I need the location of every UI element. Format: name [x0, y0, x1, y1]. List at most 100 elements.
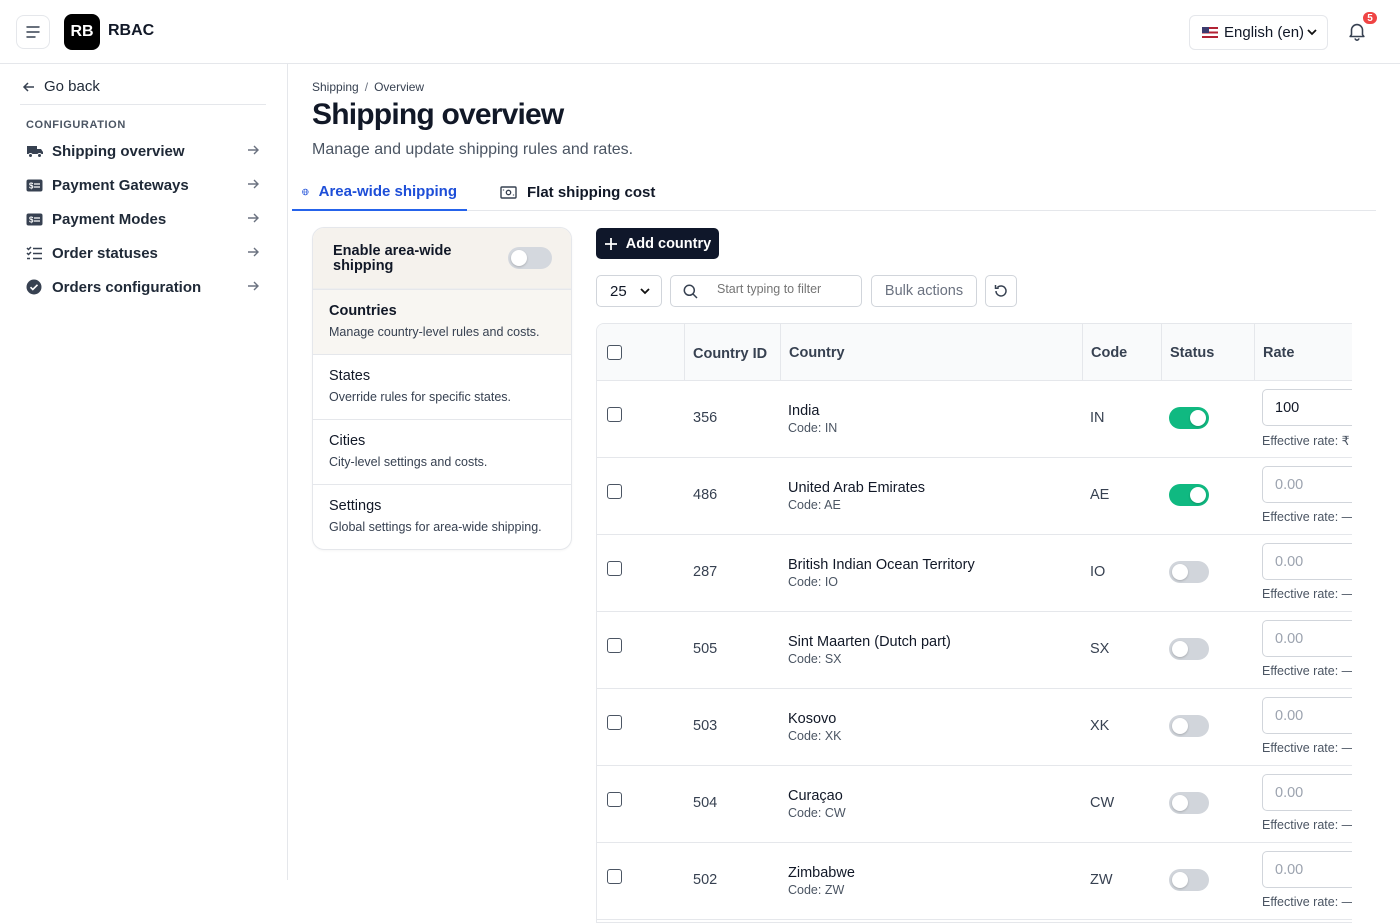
country-name: Curaçao: [788, 788, 843, 804]
panel-item-cities[interactable]: Cities City-level settings and costs.: [313, 419, 571, 484]
sidebar-item-label: Payment Gateways: [52, 176, 189, 194]
app-name: RBAC: [108, 22, 155, 39]
breadcrumb-shipping[interactable]: Shipping: [312, 80, 359, 94]
status-toggle[interactable]: [1169, 715, 1209, 737]
country-id: 503: [693, 718, 718, 734]
sidebar-item-payment-modes[interactable]: $ Payment Modes: [26, 207, 266, 231]
go-back-link[interactable]: Go back: [22, 78, 100, 95]
language-select[interactable]: English (en): [1189, 15, 1328, 50]
arrow-right-icon: [248, 179, 259, 189]
country-name: Zimbabwe: [788, 865, 855, 881]
row-checkbox[interactable]: [607, 484, 622, 499]
header-select-cell: [597, 324, 684, 381]
header-rate[interactable]: Rate: [1254, 324, 1352, 381]
country-name: India: [788, 403, 820, 419]
rate-input[interactable]: 0.00: [1262, 466, 1352, 503]
panel-item-desc: Global settings for area-wide shipping.: [329, 520, 542, 534]
sidebar-divider: [20, 104, 266, 105]
refresh-icon: [994, 285, 1007, 297]
sidebar-item-orders-configuration[interactable]: Orders configuration: [26, 275, 266, 299]
effective-rate: Effective rate: —: [1262, 510, 1352, 524]
country-id: 486: [693, 487, 718, 503]
row-checkbox[interactable]: [607, 715, 622, 730]
rate-input[interactable]: 0.00: [1262, 851, 1352, 888]
search-icon: [683, 284, 698, 299]
menu-button[interactable]: [16, 15, 50, 49]
status-toggle[interactable]: [1169, 407, 1209, 429]
country-name: British Indian Ocean Territory: [788, 557, 975, 573]
panel-item-states[interactable]: States Override rules for specific state…: [313, 354, 571, 419]
country-code: IO: [1090, 564, 1106, 580]
status-toggle[interactable]: [1169, 484, 1209, 506]
bulk-actions-button[interactable]: Bulk actions: [871, 275, 977, 307]
tab-label: Flat shipping cost: [527, 184, 656, 201]
status-toggle[interactable]: [1169, 792, 1209, 814]
header-status[interactable]: Status: [1161, 324, 1254, 381]
header-country[interactable]: Country: [780, 324, 1082, 381]
header-country-id[interactable]: Country ID: [684, 324, 780, 381]
panel-item-title: Cities: [329, 433, 366, 449]
country-code: ZW: [1090, 872, 1113, 888]
table-row: 287 British Indian Ocean Territory Code:…: [597, 535, 1352, 612]
rate-input[interactable]: 0.00: [1262, 774, 1352, 811]
toggle-knob: [511, 250, 527, 266]
header-code[interactable]: Code: [1082, 324, 1161, 381]
breadcrumb-overview: Overview: [374, 80, 425, 94]
country-code-sub: Code: CW: [788, 806, 846, 820]
tab-flat-shipping-cost[interactable]: Flat shipping cost: [490, 174, 665, 211]
panel-item-desc: Override rules for specific states.: [329, 390, 512, 404]
sidebar-item-label: Order statuses: [52, 244, 158, 262]
toggle-knob: [1190, 410, 1206, 426]
area-wide-settings-card: Enable area-wide shipping Countries Mana…: [312, 227, 572, 550]
filter-input[interactable]: [717, 282, 857, 296]
panel-item-settings[interactable]: Settings Global settings for area-wide s…: [313, 484, 571, 549]
arrow-right-icon: [248, 213, 259, 223]
go-back-label: Go back: [44, 78, 100, 95]
sidebar-item-payment-gateways[interactable]: $ Payment Gateways: [26, 173, 266, 197]
sidebar: Go back CONFIGURATION Shipping overview …: [0, 64, 288, 880]
countries-table: Country ID Country Code Status Rate 356 …: [596, 323, 1352, 923]
tab-label: Area-wide shipping: [318, 183, 457, 200]
table-row: 503 Kosovo Code: XK XK 0.00 Effective ra…: [597, 689, 1352, 766]
tab-bar: Area-wide shipping Flat shipping cost: [292, 174, 1376, 211]
add-country-label: Add country: [625, 235, 712, 252]
select-all-checkbox[interactable]: [607, 345, 622, 360]
truck-icon: [26, 144, 52, 158]
status-toggle[interactable]: [1169, 561, 1209, 583]
refresh-button[interactable]: [985, 275, 1017, 307]
status-toggle[interactable]: [1169, 869, 1209, 891]
rate-input[interactable]: 100: [1262, 389, 1352, 426]
app-logo[interactable]: RB: [64, 14, 100, 50]
rate-input[interactable]: 0.00: [1262, 543, 1352, 580]
add-country-button[interactable]: Add country: [596, 228, 719, 259]
hamburger-icon: [26, 26, 40, 38]
rate-input[interactable]: 0.00: [1262, 620, 1352, 657]
filter-field[interactable]: [670, 275, 862, 307]
table-row: 356 India Code: IN IN 100 Effective rate…: [597, 381, 1352, 458]
sidebar-item-order-statuses[interactable]: Order statuses: [26, 241, 266, 265]
rate-input[interactable]: 0.00: [1262, 697, 1352, 734]
page-size-select[interactable]: 25: [596, 275, 662, 307]
row-checkbox[interactable]: [607, 792, 622, 807]
country-code-sub: Code: AE: [788, 498, 841, 512]
sidebar-item-shipping-overview[interactable]: Shipping overview: [26, 139, 266, 163]
panel-item-desc: Manage country-level rules and costs.: [329, 325, 540, 339]
row-checkbox[interactable]: [607, 869, 622, 884]
row-checkbox[interactable]: [607, 638, 622, 653]
money-icon: $: [26, 179, 52, 192]
country-id: 356: [693, 410, 718, 426]
panel-item-title: Countries: [329, 303, 397, 319]
arrow-right-icon: [248, 145, 259, 155]
panel-item-title: States: [329, 368, 371, 384]
panel-item-countries[interactable]: Countries Manage country-level rules and…: [313, 289, 571, 354]
tab-area-wide-shipping[interactable]: Area-wide shipping: [292, 174, 467, 211]
enable-area-wide-toggle[interactable]: [508, 247, 552, 269]
chevron-down-icon: [640, 288, 650, 295]
row-checkbox[interactable]: [607, 561, 622, 576]
row-checkbox[interactable]: [607, 407, 622, 422]
arrow-left-icon: [22, 81, 34, 92]
status-toggle[interactable]: [1169, 638, 1209, 660]
svg-text:$: $: [29, 215, 34, 224]
toggle-knob: [1172, 872, 1188, 888]
country-code-sub: Code: IO: [788, 575, 839, 589]
